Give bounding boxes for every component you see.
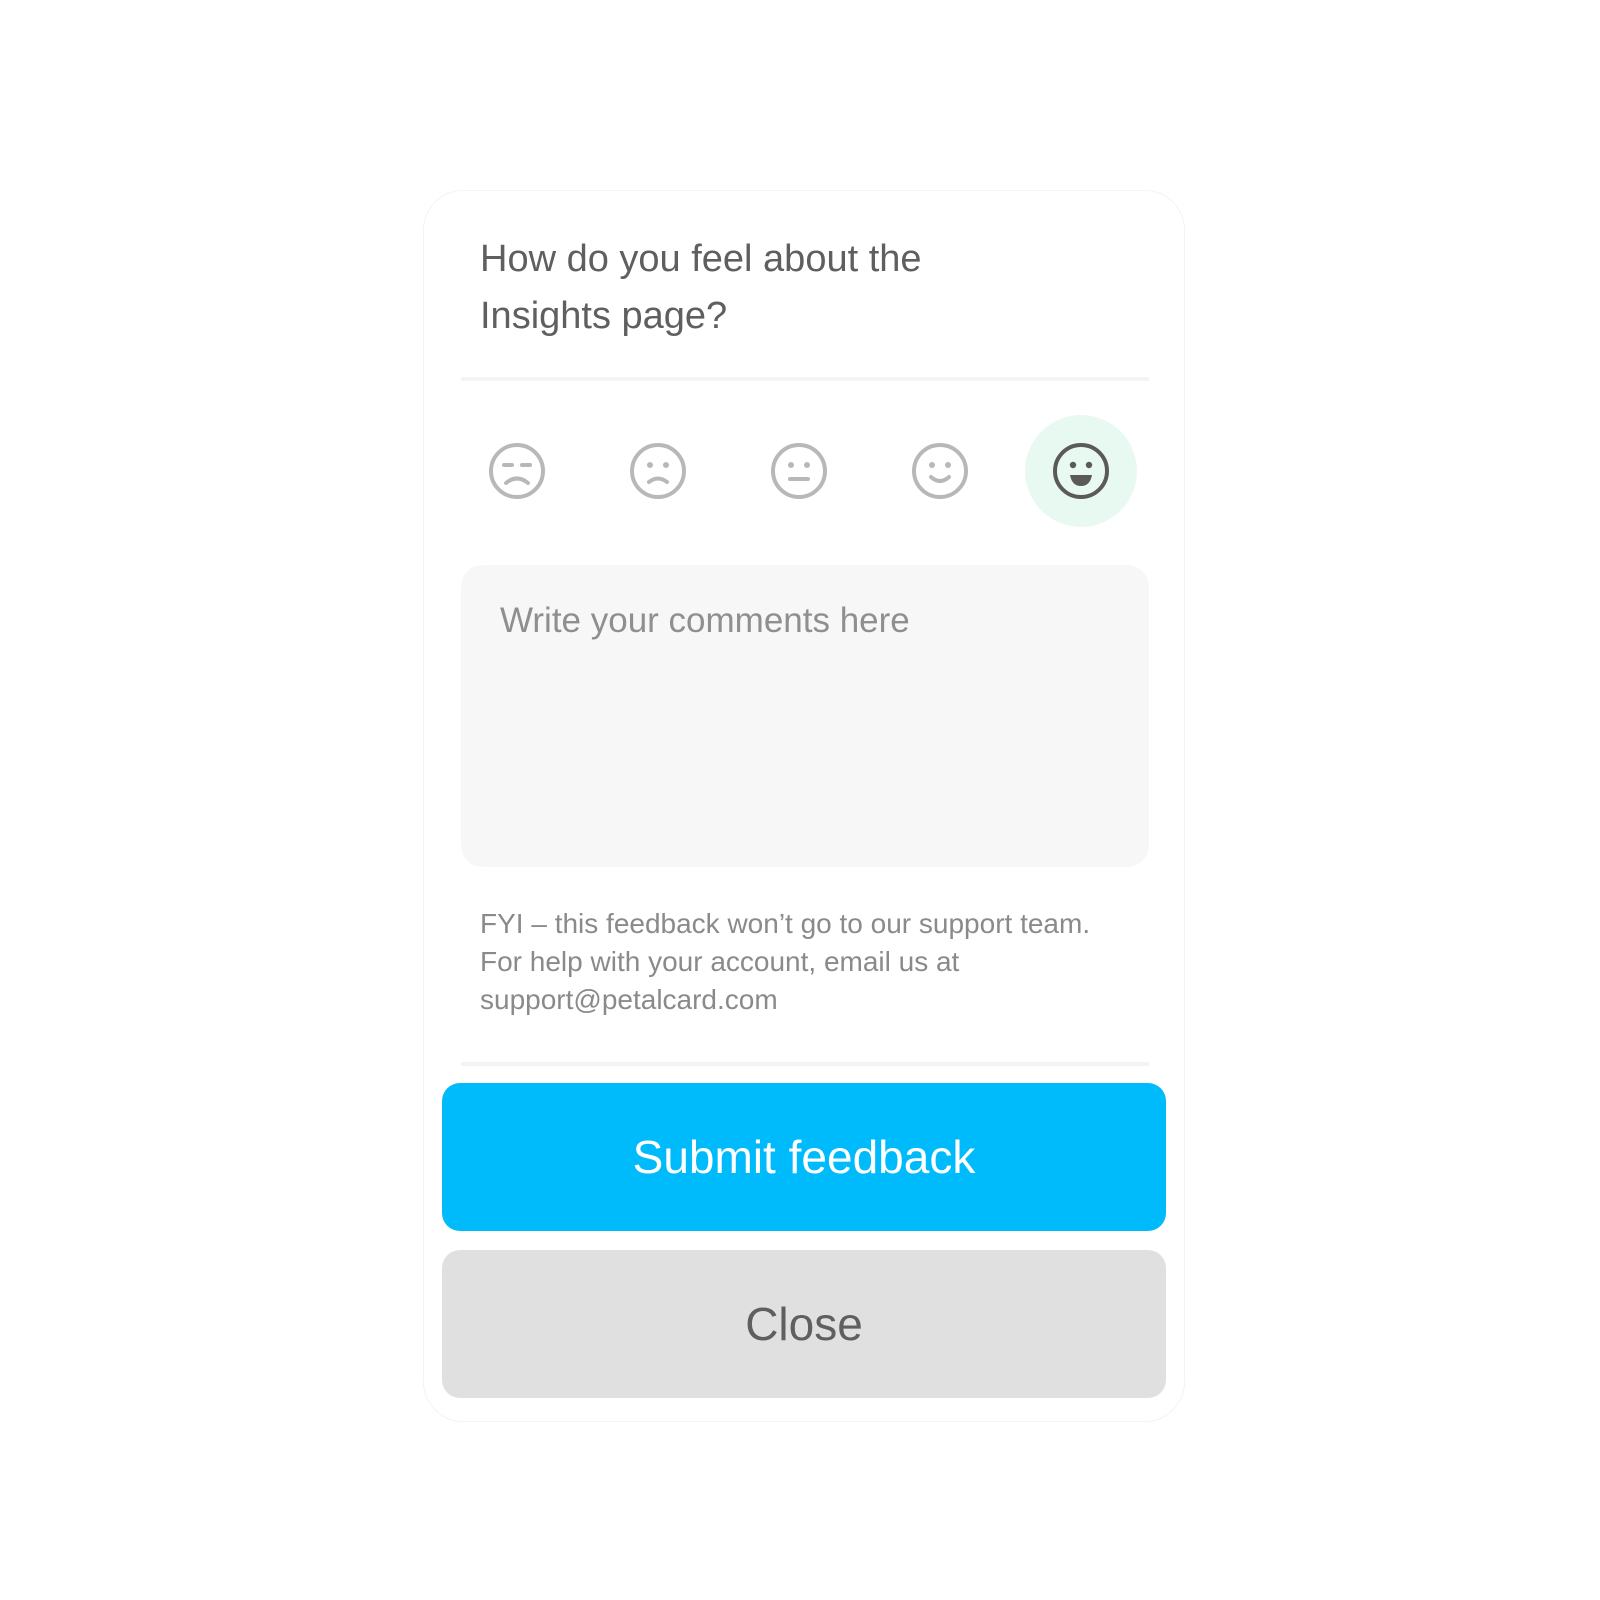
close-button[interactable]: Close xyxy=(442,1250,1166,1398)
feedback-question: How do you feel about the Insights page? xyxy=(480,238,922,337)
divider xyxy=(461,1062,1149,1066)
rating-dissatisfied[interactable] xyxy=(602,415,714,527)
rating-very-dissatisfied[interactable] xyxy=(461,415,573,527)
very-satisfied-face-icon xyxy=(1053,443,1109,499)
very-dissatisfied-face-icon xyxy=(489,443,545,499)
feedback-card: How do you feel about the Insights page? xyxy=(423,190,1185,1422)
rating-scale xyxy=(461,415,1149,527)
rating-very-satisfied[interactable] xyxy=(1025,415,1137,527)
neutral-face-icon xyxy=(771,443,827,499)
submit-feedback-button[interactable]: Submit feedback xyxy=(442,1083,1166,1231)
dissatisfied-face-icon xyxy=(630,443,686,499)
satisfied-face-icon xyxy=(912,443,968,499)
rating-neutral[interactable] xyxy=(743,415,855,527)
divider xyxy=(461,377,1149,381)
support-note: FYI – this feedback won’t go to our supp… xyxy=(480,908,1091,1015)
comments-textarea[interactable] xyxy=(461,565,1149,867)
rating-satisfied[interactable] xyxy=(884,415,996,527)
